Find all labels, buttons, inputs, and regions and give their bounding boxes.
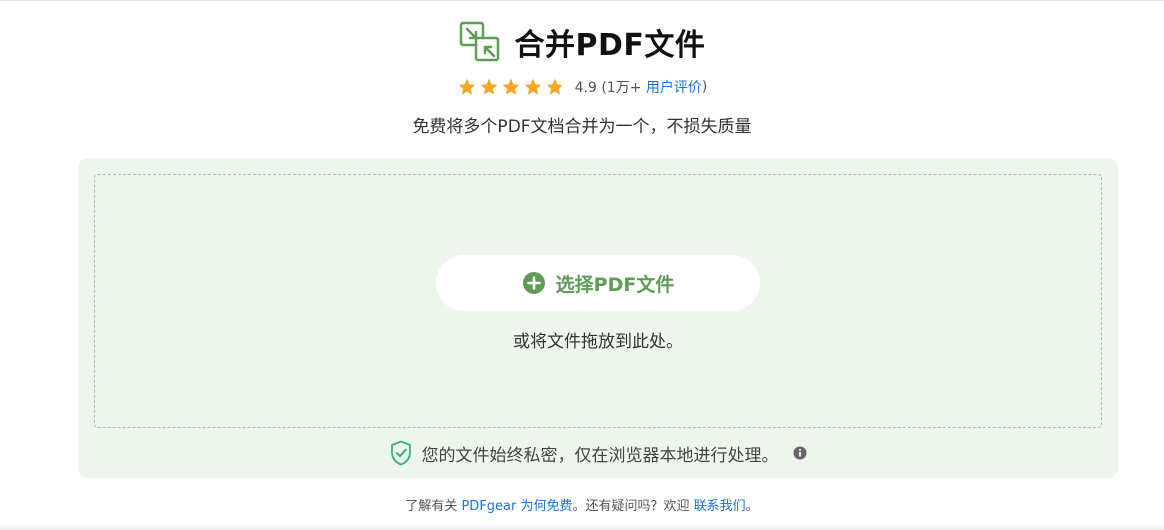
plus-circle-icon — [522, 272, 545, 294]
star-icon — [524, 78, 541, 95]
upload-panel: 选择PDF文件 或将文件拖放到此处。 您的文件始终私密，仅在浏览器本地进行处理。 — [78, 158, 1118, 478]
star-icon — [502, 78, 519, 95]
user-reviews-link[interactable]: 用户评价 — [646, 77, 702, 97]
merge-pdf-icon — [459, 21, 499, 62]
footer-line: 了解有关 PDFgear 为何免费。还有疑问吗？欢迎 联系我们。 — [0, 495, 1164, 514]
drop-hint: 或将文件拖放到此处。 — [513, 332, 683, 352]
contact-us-link[interactable]: 联系我们 — [694, 499, 746, 514]
info-icon[interactable] — [793, 446, 807, 460]
footer-suffix: 。 — [745, 499, 759, 514]
select-pdf-button[interactable]: 选择PDF文件 — [436, 255, 760, 311]
title-row: 合并PDF文件 — [0, 18, 1164, 66]
page-title: 合并PDF文件 — [514, 28, 706, 63]
privacy-notice: 您的文件始终私密，仅在浏览器本地进行处理。 — [78, 440, 1118, 466]
star-icon — [458, 78, 475, 95]
select-pdf-label: 选择PDF文件 — [555, 273, 675, 296]
shield-check-icon — [390, 440, 411, 466]
drop-zone[interactable]: 选择PDF文件 或将文件拖放到此处。 — [94, 174, 1102, 428]
footer-middle: 。还有疑问吗？欢迎 — [572, 499, 694, 514]
star-icon — [480, 78, 497, 95]
rating-stars — [457, 77, 567, 97]
rating-score: 4.9 (1万+ — [574, 80, 646, 96]
top-divider — [0, 0, 1164, 1]
page-subtitle: 免费将多个PDF文档合并为一个，不损失质量 — [412, 117, 752, 137]
privacy-text: 您的文件始终私密，仅在浏览器本地进行处理。 — [421, 445, 779, 466]
footer-prefix: 了解有关 — [405, 499, 462, 514]
star-half-icon — [546, 78, 563, 95]
why-free-link[interactable]: PDFgear 为何免费 — [461, 499, 572, 514]
rating-row: 4.9 (1万+ 用户评价 ) — [0, 76, 1164, 98]
rating-close-paren: ) — [701, 79, 708, 95]
page: 合并PDF文件 4.9 (1万+ 用户评价 ) 免费将多个PDF文档合并为一个，… — [0, 0, 1164, 530]
bottom-shadow — [0, 524, 1164, 530]
